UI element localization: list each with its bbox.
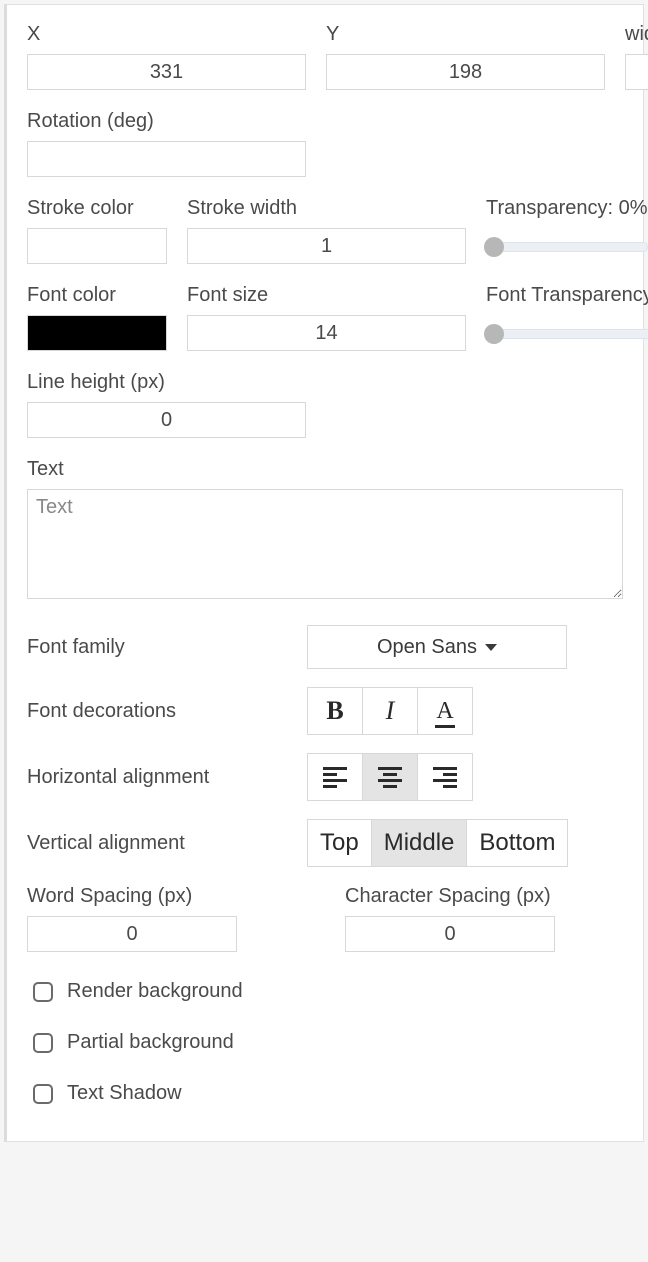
- stroke-transparency-slider[interactable]: [486, 236, 648, 258]
- stroke-color-input[interactable]: [27, 228, 167, 264]
- y-label: Y: [326, 23, 605, 46]
- font-color-label: Font color: [27, 284, 167, 307]
- font-size-input[interactable]: [187, 315, 466, 351]
- font-color-input[interactable]: [27, 315, 167, 351]
- valign-middle-button[interactable]: Middle: [371, 819, 468, 867]
- line-height-input[interactable]: [27, 402, 306, 438]
- underline-icon: A: [436, 698, 453, 725]
- valign-group: Top Middle Bottom: [307, 819, 568, 867]
- stroke-transparency-label: Transparency: 0%: [486, 197, 648, 220]
- align-right-button[interactable]: [417, 753, 473, 801]
- width-label: width: [625, 23, 648, 46]
- render-bg-row: Render background: [27, 980, 623, 1003]
- font-size-label: Font size: [187, 284, 466, 307]
- char-spacing-input[interactable]: [345, 916, 555, 952]
- font-family-value: Open Sans: [377, 636, 477, 659]
- valign-label: Vertical alignment: [27, 832, 287, 855]
- align-center-icon: [378, 767, 402, 788]
- position-row: X Y width height: [27, 23, 623, 90]
- font-family-select[interactable]: Open Sans: [307, 625, 567, 669]
- properties-panel: X Y width height Rotation (deg) Stroke c…: [4, 4, 644, 1142]
- decorations-group: B I A: [307, 687, 473, 735]
- halign-row: Horizontal alignment: [27, 753, 623, 801]
- text-label: Text: [27, 458, 623, 481]
- char-spacing-label: Character Spacing (px): [345, 885, 623, 908]
- stroke-width-input[interactable]: [187, 228, 466, 264]
- align-center-button[interactable]: [362, 753, 418, 801]
- valign-top-button[interactable]: Top: [307, 819, 372, 867]
- decorations-label: Font decorations: [27, 700, 287, 723]
- rotation-input[interactable]: [27, 141, 306, 177]
- text-shadow-label: Text Shadow: [67, 1082, 182, 1105]
- font-family-row: Font family Open Sans: [27, 625, 623, 669]
- halign-group: [307, 753, 473, 801]
- spacing-row: Word Spacing (px) Character Spacing (px): [27, 885, 623, 952]
- align-left-button[interactable]: [307, 753, 363, 801]
- lineheight-row: Line height (px): [27, 371, 623, 438]
- stroke-width-label: Stroke width: [187, 197, 466, 220]
- partial-bg-checkbox[interactable]: [33, 1033, 53, 1053]
- stroke-color-label: Stroke color: [27, 197, 167, 220]
- halign-label: Horizontal alignment: [27, 766, 287, 789]
- text-shadow-row: Text Shadow: [27, 1082, 623, 1105]
- rotation-label: Rotation (deg): [27, 110, 306, 133]
- align-right-icon: [433, 767, 457, 788]
- y-input[interactable]: [326, 54, 605, 90]
- align-left-icon: [323, 767, 347, 788]
- caret-down-icon: [485, 644, 497, 651]
- x-input[interactable]: [27, 54, 306, 90]
- word-spacing-input[interactable]: [27, 916, 237, 952]
- render-bg-label: Render background: [67, 980, 243, 1003]
- valign-bottom-button[interactable]: Bottom: [466, 819, 568, 867]
- line-height-label: Line height (px): [27, 371, 306, 394]
- render-bg-checkbox[interactable]: [33, 982, 53, 1002]
- font-family-label: Font family: [27, 636, 287, 659]
- stroke-row: Stroke color Stroke width Transparency: …: [27, 197, 623, 264]
- bold-icon: B: [326, 696, 343, 726]
- font-transparency-slider[interactable]: [486, 323, 648, 345]
- decorations-row: Font decorations B I A: [27, 687, 623, 735]
- width-input[interactable]: [625, 54, 648, 90]
- text-input[interactable]: [27, 489, 623, 599]
- bold-button[interactable]: B: [307, 687, 363, 735]
- rotation-row: Rotation (deg): [27, 110, 623, 177]
- font-transparency-label: Font Transparency: 0%: [486, 284, 648, 307]
- valign-row: Vertical alignment Top Middle Bottom: [27, 819, 623, 867]
- italic-button[interactable]: I: [362, 687, 418, 735]
- partial-bg-row: Partial background: [27, 1031, 623, 1054]
- text-shadow-checkbox[interactable]: [33, 1084, 53, 1104]
- italic-icon: I: [386, 696, 395, 726]
- partial-bg-label: Partial background: [67, 1031, 234, 1054]
- underline-button[interactable]: A: [417, 687, 473, 735]
- word-spacing-label: Word Spacing (px): [27, 885, 305, 908]
- x-label: X: [27, 23, 306, 46]
- font-row: Font color Font size Font Transparency: …: [27, 284, 623, 351]
